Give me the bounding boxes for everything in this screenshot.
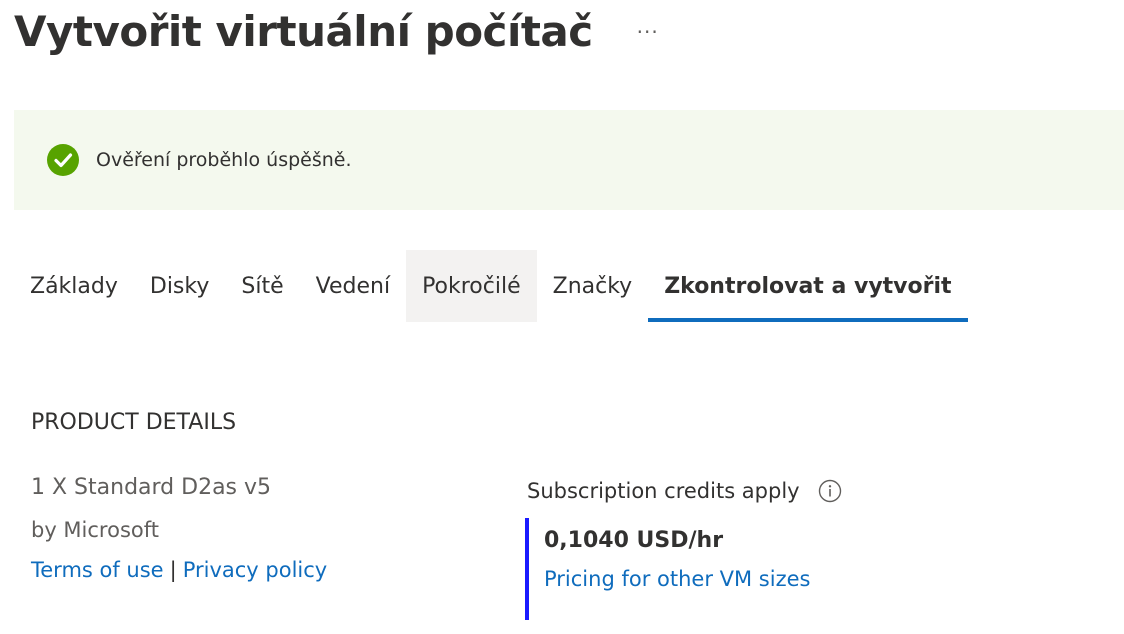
product-details-heading: PRODUCT DETAILS — [31, 410, 237, 435]
page-title: Vytvořit virtuální počítač — [14, 7, 593, 56]
hourly-price: 0,1040 USD/hr — [544, 528, 724, 553]
tab-zkontrolovat-a-vytvorit[interactable]: Zkontrolovat a vytvořit — [648, 250, 968, 322]
page-header: Vytvořit virtuální počítač ··· — [14, 0, 659, 64]
tab-pokrocile[interactable]: Pokročilé — [406, 250, 537, 322]
tab-znacky[interactable]: Značky — [537, 250, 649, 322]
pricing-other-sizes-link[interactable]: Pricing for other VM sizes — [544, 567, 810, 591]
tab-zaklady[interactable]: Základy — [14, 250, 134, 322]
validation-banner: Ověření proběhlo úspěšně. — [14, 110, 1124, 210]
terms-of-use-link[interactable]: Terms of use — [31, 558, 164, 582]
info-icon[interactable] — [818, 479, 842, 503]
validation-message: Ověření proběhlo úspěšně. — [96, 149, 352, 171]
wizard-tabs: Základy Disky Sítě Vedení Pokročilé Znač… — [14, 250, 968, 322]
tab-site[interactable]: Sítě — [225, 250, 299, 322]
more-options-button[interactable]: ··· — [637, 0, 659, 64]
subscription-credits: Subscription credits apply — [527, 479, 842, 503]
credits-label: Subscription credits apply — [527, 479, 800, 503]
product-name: 1 X Standard D2as v5 — [31, 475, 272, 500]
link-separator: | — [169, 558, 177, 582]
product-links: Terms of use | Privacy policy — [31, 558, 327, 582]
product-vendor: by Microsoft — [31, 518, 159, 542]
tab-disky[interactable]: Disky — [134, 250, 226, 322]
privacy-policy-link[interactable]: Privacy policy — [183, 558, 328, 582]
tab-vedeni[interactable]: Vedení — [300, 250, 406, 322]
price-box: 0,1040 USD/hr Pricing for other VM sizes — [525, 518, 810, 620]
check-circle-icon — [47, 144, 79, 176]
